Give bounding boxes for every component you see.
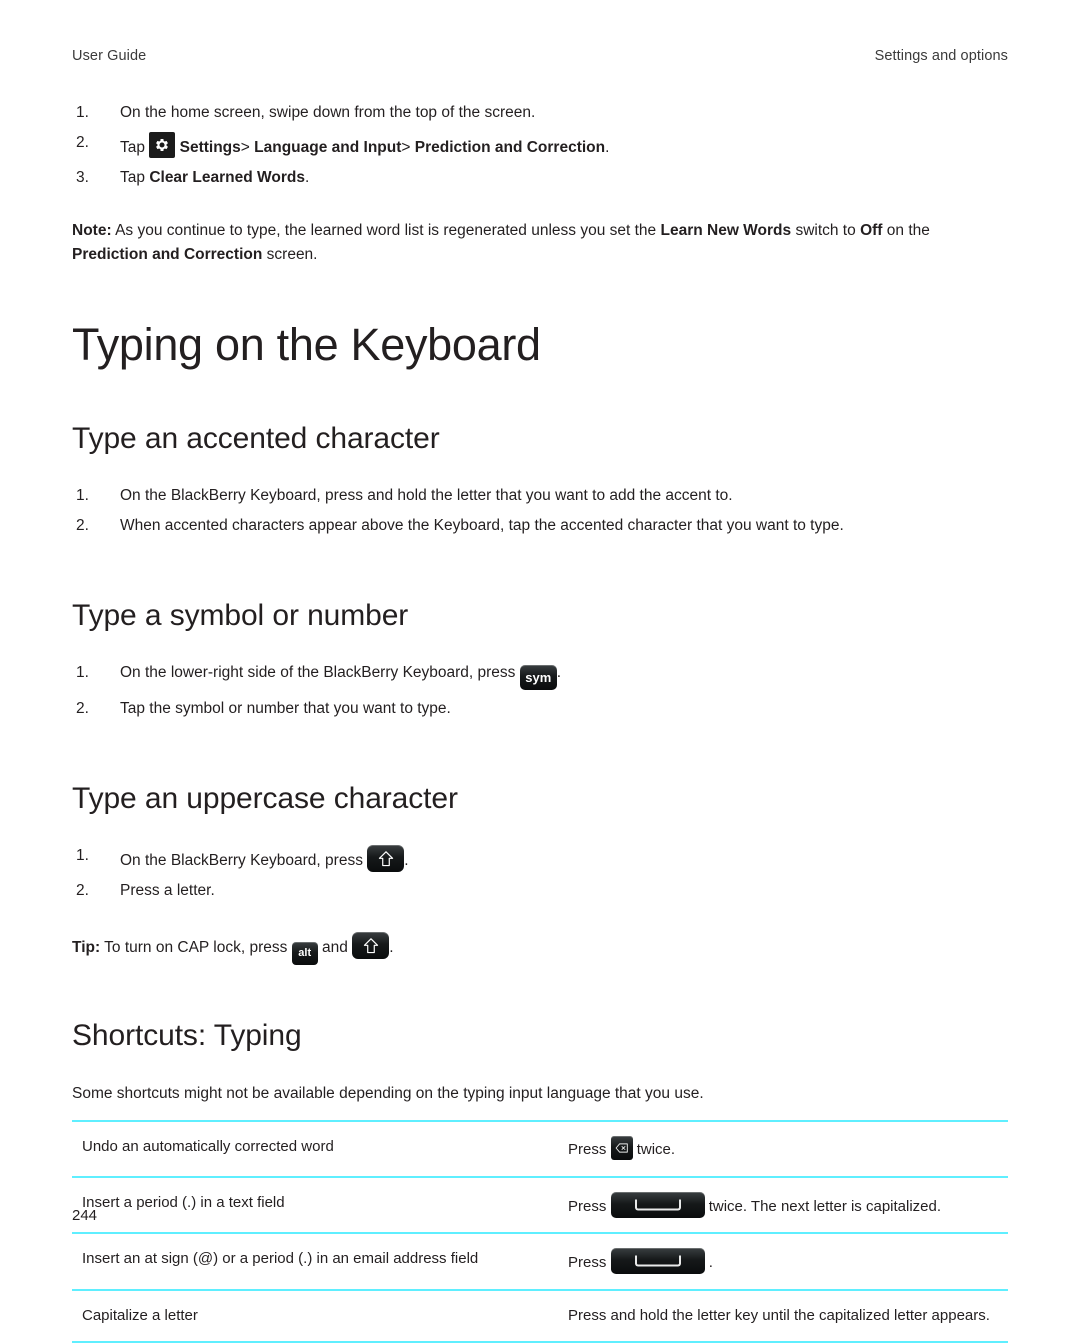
step-sep: > [401, 139, 411, 156]
delete-key-icon [610, 1136, 633, 1161]
document-page: User Guide Settings and options 1. On th… [0, 0, 1080, 1343]
step-text: On the home screen, swipe down from the … [120, 104, 536, 121]
press-label: Press [568, 1254, 607, 1272]
page-title: Typing on the Keyboard [72, 319, 541, 371]
note-bold-learn-new-words: Learn New Words [660, 222, 792, 239]
note-bold-off: Off [860, 222, 883, 239]
table-row: Insert a period (.) in a text field Pres… [72, 1176, 1008, 1235]
list-item: 3. Tap Clear Learned Words. [72, 167, 1008, 189]
tip-text-2: and [322, 939, 348, 957]
note-text-2: switch to [795, 222, 856, 239]
step-period: . [605, 139, 610, 156]
step-period: . [556, 664, 562, 682]
step-text: On the lower-right side of the BlackBerr… [120, 664, 516, 682]
note-paragraph: Note: As you continue to type, the learn… [72, 219, 1008, 267]
step-text: Tap the symbol or number that you want t… [120, 700, 451, 718]
step-text: When accented characters appear above th… [120, 517, 844, 535]
shortcut-result: Press . [558, 1233, 1008, 1291]
list-item: 2. Tap the symbol or number that you wan… [72, 698, 1008, 720]
section-heading-symbol: Type a symbol or number [72, 599, 409, 633]
list-item: 1. On the BlackBerry Keyboard, press . [72, 845, 1008, 873]
running-header-left: User Guide [72, 48, 147, 64]
shift-key-icon [367, 845, 405, 873]
note-text-4: screen. [266, 246, 318, 264]
clear-learned-words-steps: 1. On the home screen, swipe down from t… [72, 102, 1008, 189]
step-text: On the BlackBerry Keyboard, press [120, 852, 363, 870]
running-header: User Guide Settings and options [72, 0, 1008, 64]
list-item: 2. When accented characters appear above… [72, 515, 1008, 537]
table-row: Insert an at sign (@) or a period (.) in… [72, 1233, 1008, 1291]
tip-label: Tip: [72, 939, 101, 957]
step-sep: > [240, 139, 250, 156]
press-suffix: . [708, 1254, 713, 1272]
list-number: 1. [76, 487, 89, 505]
note-text-1: As you continue to type, the learned wor… [115, 222, 657, 239]
list-number: 1. [76, 847, 89, 865]
note-bold-prediction: Prediction and Correction [72, 246, 263, 264]
gear-icon [149, 132, 176, 158]
list-number: 2. [76, 882, 89, 900]
shortcut-action: Undo an automatically corrected word [72, 1120, 558, 1178]
shortcut-result: Press twice. The next letter is capitali… [558, 1176, 1008, 1235]
running-header-right: Settings and options [874, 48, 1008, 64]
step-text-prefix: Tap [120, 139, 145, 156]
shortcut-result: Press twice. [558, 1120, 1008, 1178]
list-number: 1. [76, 104, 89, 121]
section-heading-shortcuts: Shortcuts: Typing [72, 1019, 302, 1053]
press-suffix: twice. The next letter is capitalized. [708, 1197, 942, 1215]
table-row: Undo an automatically corrected word Pre… [72, 1120, 1008, 1178]
list-number: 2. [76, 134, 89, 151]
step-bold-prediction: Prediction and Correction [414, 139, 606, 156]
step-bold-language: Language and Input [254, 139, 402, 156]
tip-text-1: To turn on CAP lock, press [104, 939, 288, 957]
accented-steps: 1. On the BlackBerry Keyboard, press and… [72, 485, 1008, 537]
shortcuts-table: Undo an automatically corrected word Pre… [72, 1120, 1008, 1343]
tip-period: . [389, 939, 394, 957]
list-number: 3. [76, 169, 89, 186]
press-suffix: twice. [636, 1141, 676, 1159]
space-bar-glyph [634, 1199, 681, 1211]
shortcuts-intro: Some shortcuts might not be available de… [72, 1085, 704, 1103]
step-text: On the BlackBerry Keyboard, press and ho… [120, 487, 733, 505]
step-period: . [304, 169, 310, 186]
space-key-icon [610, 1248, 705, 1275]
list-item: 2. Tap Settings> Language and Input> Pre… [72, 132, 1008, 159]
list-number: 1. [76, 664, 89, 682]
space-key-icon [610, 1191, 705, 1218]
step-period: . [404, 852, 409, 870]
step-text: Press a letter. [120, 882, 215, 900]
shift-key-icon [352, 932, 390, 960]
shortcut-action: Insert a period (.) in a text field [72, 1176, 558, 1235]
space-bar-glyph [634, 1255, 681, 1267]
note-label: Note: [72, 222, 112, 239]
press-label: Press [568, 1197, 607, 1215]
section-heading-accented: Type an accented character [72, 422, 440, 456]
shortcut-action: Capitalize a letter [72, 1289, 558, 1343]
sym-key-icon: sym [519, 665, 557, 691]
list-item: 1. On the BlackBerry Keyboard, press and… [72, 485, 1008, 507]
list-number: 2. [76, 700, 89, 718]
alt-key-icon: alt [291, 942, 318, 966]
step-bold-settings: Settings [179, 139, 241, 156]
step-bold-clear: Clear Learned Words [149, 169, 305, 186]
page-number: 244 [72, 1207, 98, 1224]
list-item: 1. On the home screen, swipe down from t… [72, 102, 1008, 124]
symbol-steps: 1. On the lower-right side of the BlackB… [72, 662, 1008, 720]
list-number: 2. [76, 517, 89, 535]
note-text-3: on the [886, 222, 930, 239]
shortcut-action: Insert an at sign (@) or a period (.) in… [72, 1233, 558, 1291]
list-item: 1. On the lower-right side of the BlackB… [72, 662, 1008, 691]
table-row: Capitalize a letter Press and hold the l… [72, 1289, 1008, 1343]
step-text-prefix: Tap [120, 169, 145, 186]
list-item: 2. Press a letter. [72, 880, 1008, 902]
section-heading-uppercase: Type an uppercase character [72, 782, 458, 816]
tip-paragraph: Tip: To turn on CAP lock, press alt and … [72, 932, 1008, 966]
shortcut-result: Press and hold the letter key until the … [558, 1289, 1008, 1343]
press-label: Press [568, 1141, 607, 1159]
uppercase-steps: 1. On the BlackBerry Keyboard, press . 2… [72, 845, 1008, 902]
